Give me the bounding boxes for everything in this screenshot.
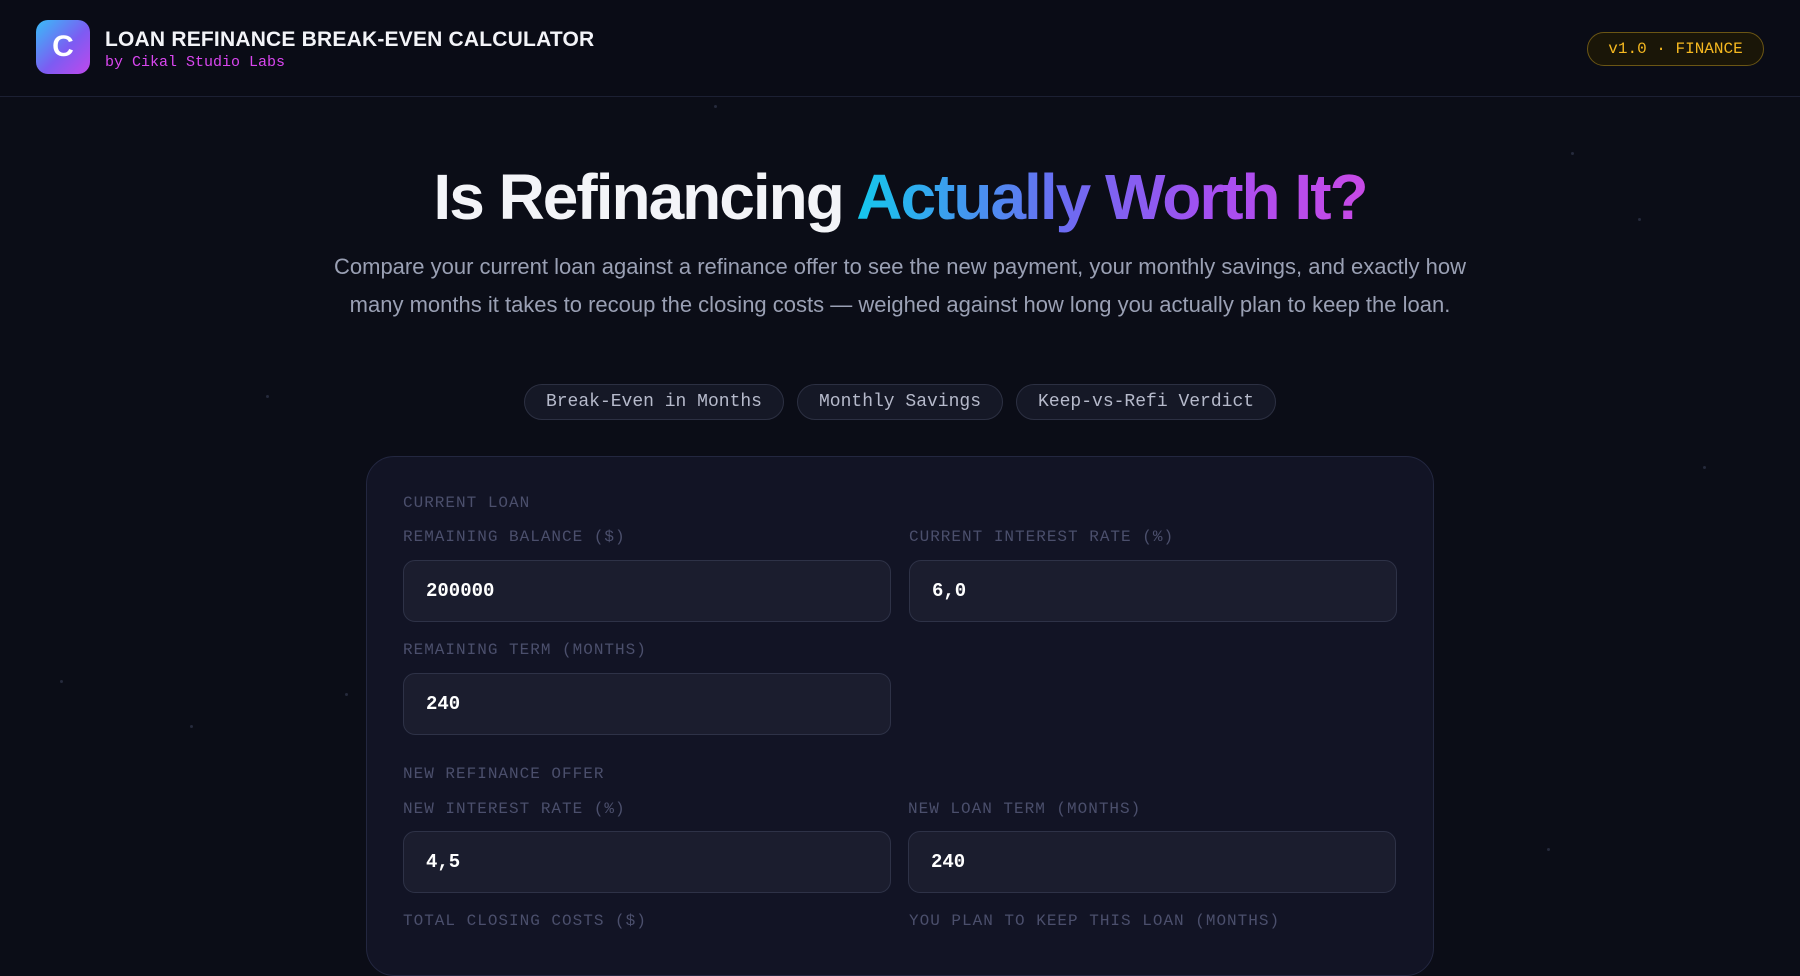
remaining-term-label: REMAINING TERM (MONTHS) [403,641,647,659]
current-interest-rate-input[interactable] [909,560,1397,622]
hero-title-accent: Actually Worth It? [856,161,1368,233]
chip-verdict: Keep-vs-Refi Verdict [1016,384,1277,420]
version-badge: v1.0 · FINANCE [1587,32,1764,66]
new-interest-rate-label: NEW INTEREST RATE (%) [403,800,626,818]
new-loan-term-input[interactable] [908,831,1396,893]
closing-costs-label: TOTAL CLOSING COSTS ($) [403,912,647,930]
keep-loan-months-label: YOU PLAN TO KEEP THIS LOAN (MONTHS) [909,912,1281,930]
app-subtitle: by Cikal Studio Labs [105,54,286,71]
hero-description: Compare your current loan against a refi… [334,254,1466,317]
chip-monthly-savings: Monthly Savings [796,384,1004,420]
hero-title: Is Refinancing Actually Worth It? [0,160,1800,234]
app-logo: C [36,20,90,74]
feature-chips: Break-Even in Months Monthly Savings Kee… [0,384,1800,420]
chip-break-even: Break-Even in Months [523,384,784,420]
app-title: LOAN REFINANCE BREAK-EVEN CALCULATOR [105,28,595,51]
remaining-balance-label: REMAINING BALANCE ($) [403,528,626,546]
current-interest-rate-label: CURRENT INTEREST RATE (%) [909,528,1175,546]
new-loan-term-label: NEW LOAN TERM (MONTHS) [908,800,1142,818]
top-bar: C LOAN REFINANCE BREAK-EVEN CALCULATOR b… [0,0,1800,97]
refinance-section-label: NEW REFINANCE OFFER [403,765,605,783]
remaining-balance-input[interactable] [403,560,891,622]
new-interest-rate-input[interactable] [403,831,891,893]
remaining-term-input[interactable] [403,673,891,735]
hero-title-plain: Is Refinancing [433,161,857,233]
calculator-panel: CURRENT LOAN REMAINING BALANCE ($) CURRE… [366,456,1434,976]
current-loan-section-label: CURRENT LOAN [403,494,531,512]
